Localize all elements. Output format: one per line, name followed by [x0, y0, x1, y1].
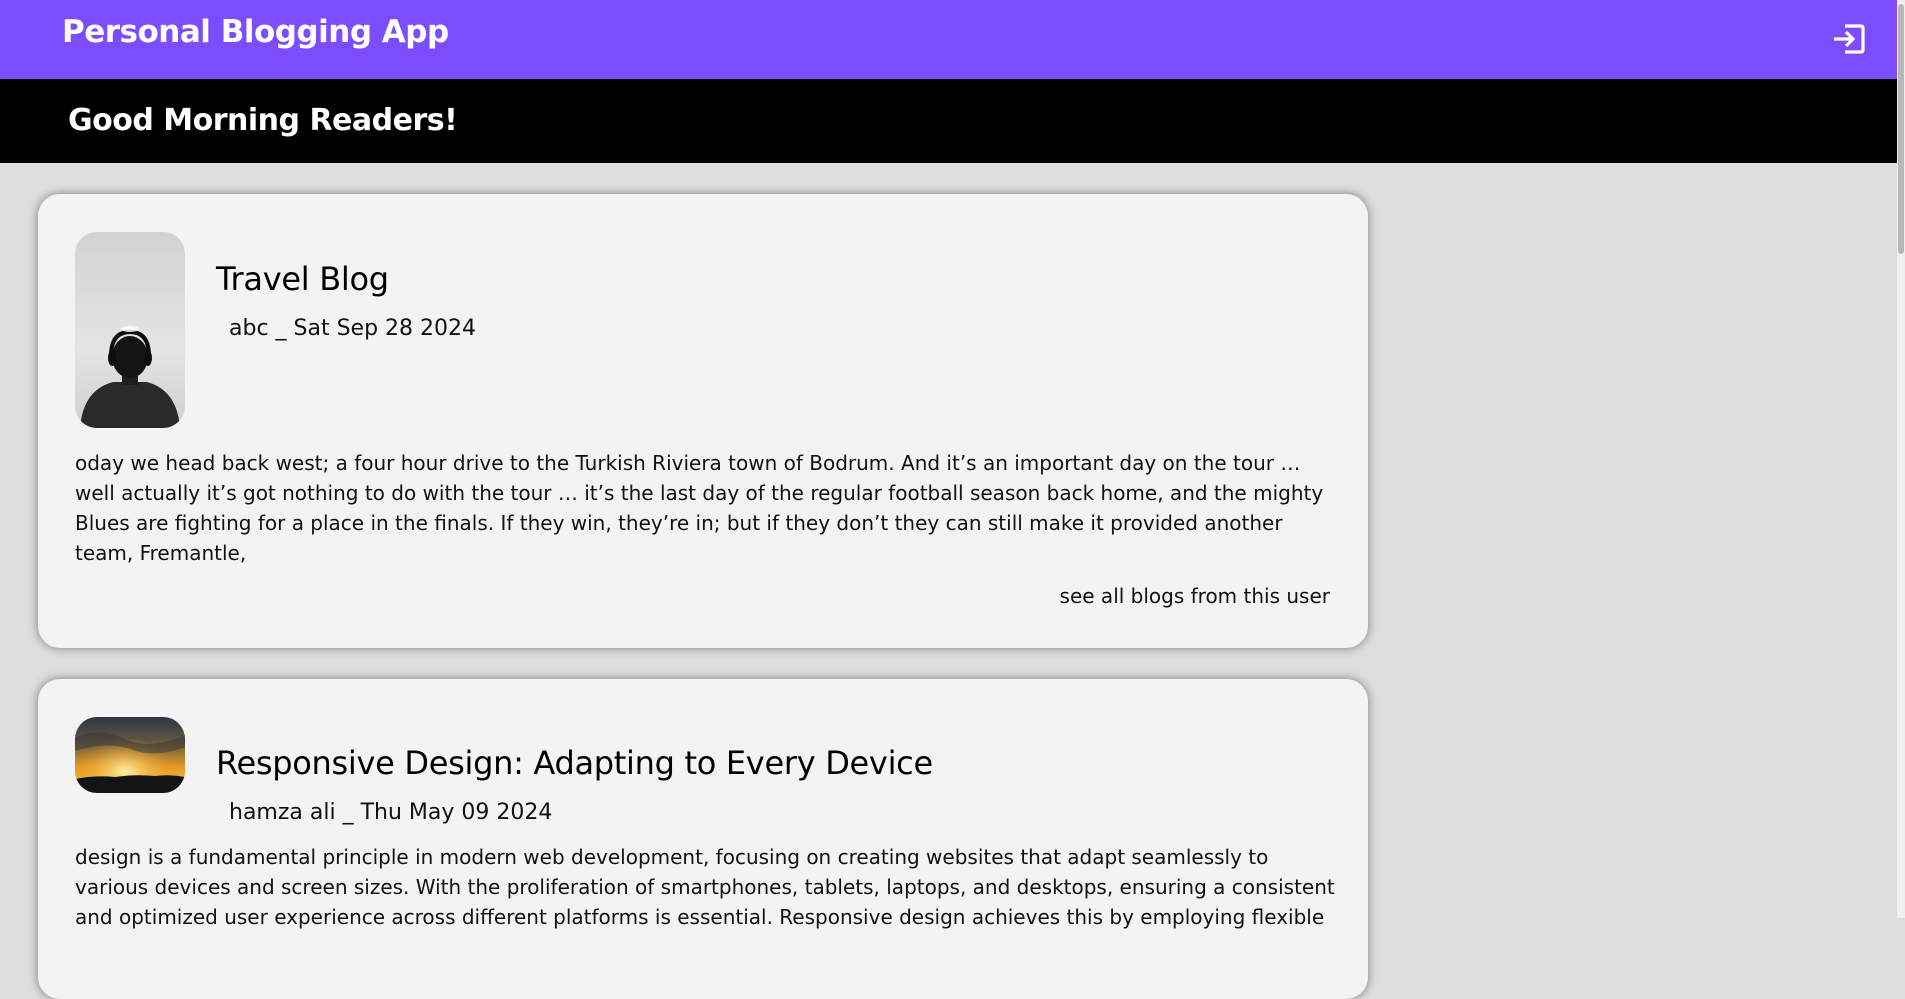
- person-with-headphones-photo: [75, 232, 185, 428]
- post-thumbnail: [75, 232, 185, 428]
- blog-post-card[interactable]: Travel Blog abc _ Sat Sep 28 2024 oday w…: [38, 194, 1368, 648]
- post-title[interactable]: Responsive Design: Adapting to Every Dev…: [216, 744, 933, 782]
- greeting-text: Good Morning Readers!: [68, 103, 458, 138]
- post-title[interactable]: Travel Blog: [216, 260, 389, 298]
- post-author-date: abc _ Sat Sep 28 2024: [229, 316, 477, 341]
- post-author-date: hamza ali _ Thu May 09 2024: [229, 800, 553, 825]
- scrollbar-thumb[interactable]: [1898, 4, 1904, 254]
- sunset-landscape-photo: [75, 717, 185, 793]
- post-excerpt: oday we head back west; a four hour driv…: [75, 451, 1324, 565]
- top-app-bar: Personal Blogging App: [0, 0, 1905, 79]
- blog-post-card[interactable]: Responsive Design: Adapting to Every Dev…: [38, 679, 1368, 999]
- page-scrollbar[interactable]: [1897, 0, 1905, 918]
- logout-icon: [1834, 24, 1865, 54]
- logout-button[interactable]: [1830, 20, 1868, 58]
- see-all-blogs-link[interactable]: see all blogs from this user: [1060, 584, 1330, 608]
- greeting-bar: Good Morning Readers!: [0, 79, 1905, 163]
- app-title: Personal Blogging App: [62, 14, 449, 50]
- post-thumbnail: [75, 717, 185, 793]
- post-excerpt: design is a fundamental principle in mod…: [75, 845, 1335, 929]
